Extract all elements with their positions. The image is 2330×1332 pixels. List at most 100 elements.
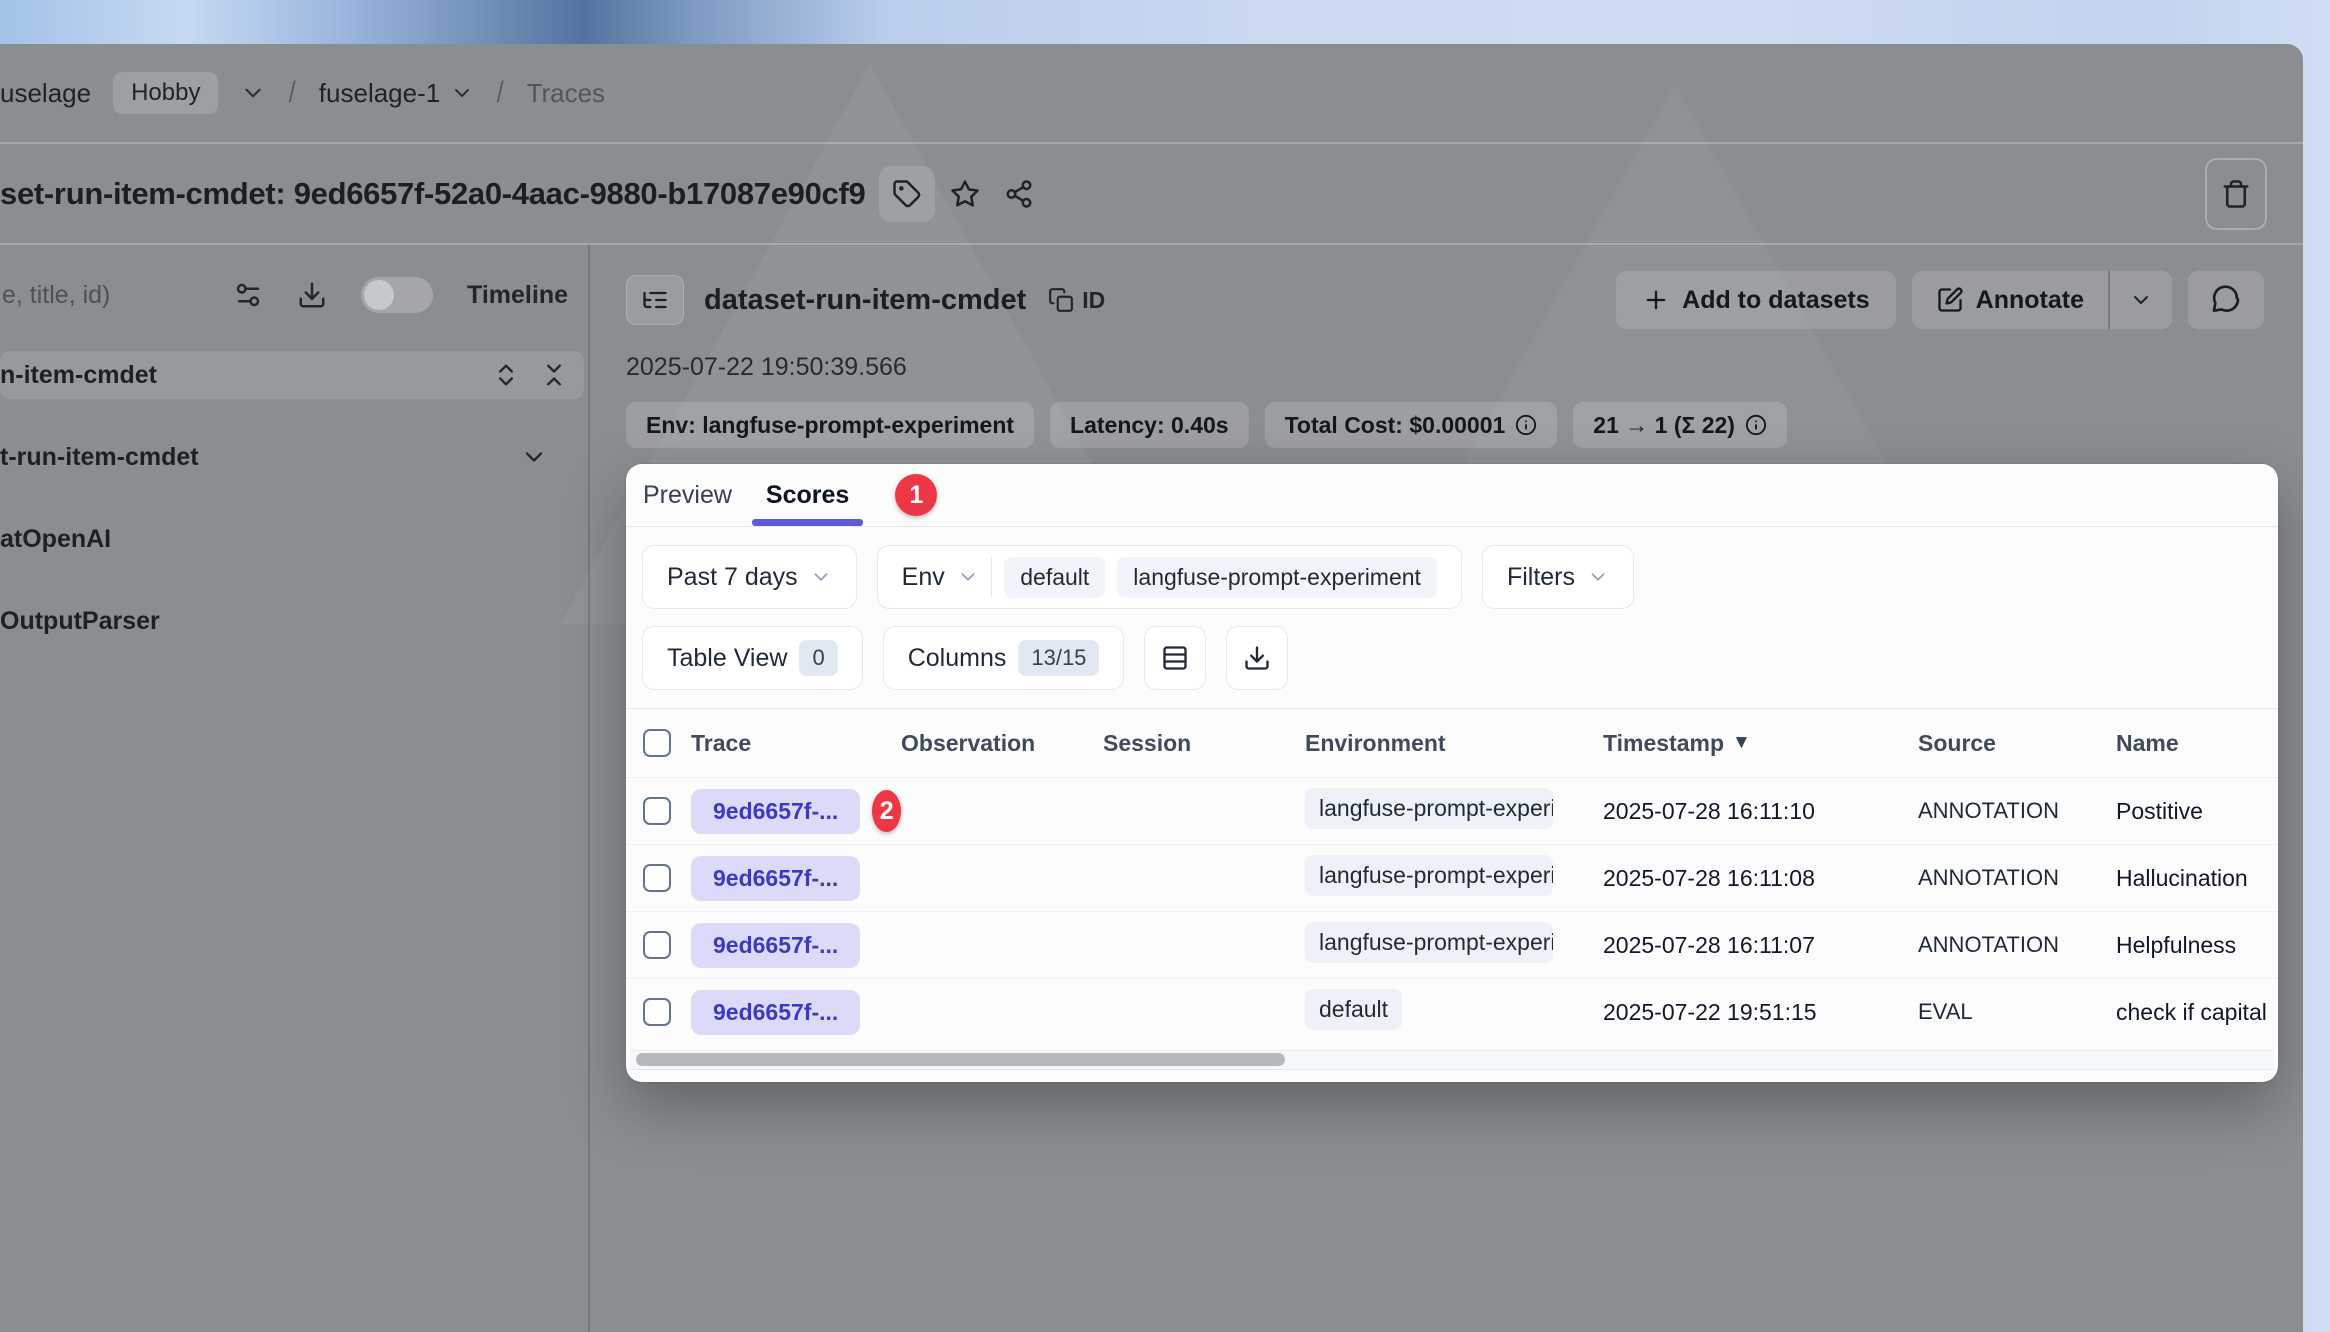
table-view-count: 0 (799, 640, 837, 676)
export-button[interactable] (1226, 626, 1288, 690)
trace-cell: 9ed6657f-... 2 (691, 789, 901, 834)
table-view-button[interactable]: Table View 0 (642, 626, 863, 690)
collapse-all-icon[interactable] (540, 361, 568, 389)
comments-button[interactable] (2188, 271, 2264, 329)
chevron-down-icon[interactable] (240, 80, 266, 106)
info-icon[interactable] (1745, 414, 1767, 436)
entity-title: dataset-run-item-cmdet (704, 284, 1026, 317)
chat-bubble-icon (2210, 284, 2242, 316)
columns-count: 13/15 (1018, 640, 1099, 676)
breadcrumb-project[interactable]: fuselage-1 (319, 78, 474, 109)
source-cell: EVAL (1918, 999, 2116, 1025)
columns-button[interactable]: Columns 13/15 (883, 626, 1125, 690)
tree-item-label: OutputParser (0, 607, 160, 636)
source-cell: ANNOTATION (1918, 932, 2116, 958)
latency-badge-text: Latency: 0.40s (1070, 412, 1229, 439)
copy-id-button[interactable]: ID (1048, 287, 1105, 314)
table-toolbar: Table View 0 Columns 13/15 (642, 626, 2262, 690)
col-header-name[interactable]: Name (2116, 730, 2278, 757)
timestamp-header-label: Timestamp (1603, 730, 1724, 757)
add-to-datasets-button[interactable]: Add to datasets (1616, 271, 1896, 329)
table-row[interactable]: 9ed6657f-... langfuse-prompt-experim 202… (626, 911, 2278, 978)
filters-bar: Past 7 days Env default langfuse-prompt-… (642, 545, 2262, 609)
name-cell: Helpfulness (2116, 932, 2278, 959)
environment-chip: langfuse-prompt-experim (1305, 788, 1553, 829)
chevron-down-icon (957, 566, 979, 588)
col-header-trace[interactable]: Trace (691, 730, 901, 757)
cost-badge: Total Cost: $0.00001 (1265, 402, 1558, 448)
environment-chip: langfuse-prompt-experim (1305, 922, 1553, 963)
row-checkbox[interactable] (643, 864, 671, 892)
col-header-timestamp[interactable]: Timestamp ▼ (1603, 730, 1918, 757)
trace-link[interactable]: 9ed6657f-... (691, 923, 860, 968)
name-cell: Postitive (2116, 798, 2278, 825)
tab-bar: Preview Scores 1 (626, 464, 2278, 527)
breadcrumb-org[interactable]: uselage (0, 78, 91, 109)
star-icon[interactable] (941, 166, 989, 222)
name-cell: Hallucination (2116, 865, 2278, 892)
download-icon[interactable] (297, 280, 327, 310)
detail-pane: dataset-run-item-cmdet ID Add to dataset… (590, 245, 2303, 1332)
sort-desc-icon: ▼ (1732, 732, 1751, 754)
list-tree-icon (626, 275, 684, 325)
chevron-down-icon[interactable] (520, 443, 588, 471)
filters-label: Filters (1507, 563, 1575, 592)
timeline-toggle[interactable] (361, 277, 433, 313)
row-checkbox[interactable] (643, 931, 671, 959)
source-cell: ANNOTATION (1918, 865, 2116, 891)
table-row[interactable]: 9ed6657f-... langfuse-prompt-experim 202… (626, 844, 2278, 911)
date-range-button[interactable]: Past 7 days (642, 545, 857, 609)
scrollbar-thumb[interactable] (636, 1053, 1285, 1066)
timeline-toggle-label: Timeline (467, 281, 568, 310)
timestamp-cell: 2025-07-28 16:11:10 (1603, 798, 1918, 825)
env-badge: Env: langfuse-prompt-experiment (626, 402, 1034, 448)
trace-link[interactable]: 9ed6657f-... (691, 789, 860, 834)
view-settings-icon[interactable] (233, 280, 263, 310)
col-header-source[interactable]: Source (1918, 730, 2116, 757)
row-height-button[interactable] (1144, 626, 1206, 690)
col-header-session[interactable]: Session (1103, 730, 1305, 757)
tree-item[interactable]: t-run-item-cmdet (0, 433, 588, 481)
delete-button[interactable] (2205, 158, 2267, 230)
annotate-button[interactable]: Annotate (1912, 271, 2108, 329)
row-checkbox[interactable] (643, 998, 671, 1026)
date-range-label: Past 7 days (667, 563, 798, 592)
select-all-checkbox[interactable] (643, 729, 671, 757)
tree-item-selected[interactable]: n-item-cmdet (0, 351, 584, 399)
toggle-knob (364, 280, 394, 310)
env-chip-experiment[interactable]: langfuse-prompt-experiment (1117, 557, 1437, 598)
col-header-environment[interactable]: Environment (1305, 730, 1603, 757)
plus-icon (1642, 286, 1670, 314)
trace-link[interactable]: 9ed6657f-... (691, 856, 860, 901)
tree-item-label: n-item-cmdet (0, 361, 157, 390)
trace-link[interactable]: 9ed6657f-... (691, 990, 860, 1035)
download-icon (1243, 644, 1271, 672)
tree-item[interactable]: atOpenAI (0, 515, 588, 563)
search-input[interactable] (0, 280, 199, 311)
filters-button[interactable]: Filters (1482, 545, 1634, 609)
stat-badges: Env: langfuse-prompt-experiment Latency:… (626, 402, 2303, 448)
pencil-square-icon (1936, 286, 1964, 314)
button-divider (991, 557, 993, 597)
breadcrumb-section[interactable]: Traces (527, 78, 606, 109)
share-icon[interactable] (995, 166, 1043, 222)
table-view-label: Table View (667, 644, 787, 673)
app-window-dimmed: uselage Hobby / fuselage-1 / Traces set-… (0, 44, 2303, 1332)
table-row[interactable]: 9ed6657f-... 2 langfuse-prompt-experim 2… (626, 777, 2278, 844)
row-checkbox[interactable] (643, 797, 671, 825)
horizontal-scrollbar[interactable] (630, 1050, 2274, 1070)
col-header-observation[interactable]: Observation (901, 730, 1103, 757)
info-icon[interactable] (1515, 414, 1537, 436)
tree-item[interactable]: OutputParser (0, 597, 588, 645)
env-chip-default[interactable]: default (1004, 557, 1105, 598)
environment-cell: langfuse-prompt-experim (1305, 855, 1603, 902)
expand-all-icon[interactable] (492, 361, 520, 389)
tab-preview[interactable]: Preview (643, 464, 732, 526)
tab-scores[interactable]: Scores (766, 464, 849, 526)
table-row[interactable]: 9ed6657f-... default 2025-07-22 19:51:15… (626, 978, 2278, 1045)
env-filter-button[interactable]: Env default langfuse-prompt-experiment (877, 545, 1462, 609)
tag-icon[interactable] (879, 166, 935, 222)
annotate-dropdown-button[interactable] (2110, 271, 2172, 329)
plan-badge: Hobby (113, 72, 218, 114)
env-badge-text: Env: langfuse-prompt-experiment (646, 412, 1014, 439)
